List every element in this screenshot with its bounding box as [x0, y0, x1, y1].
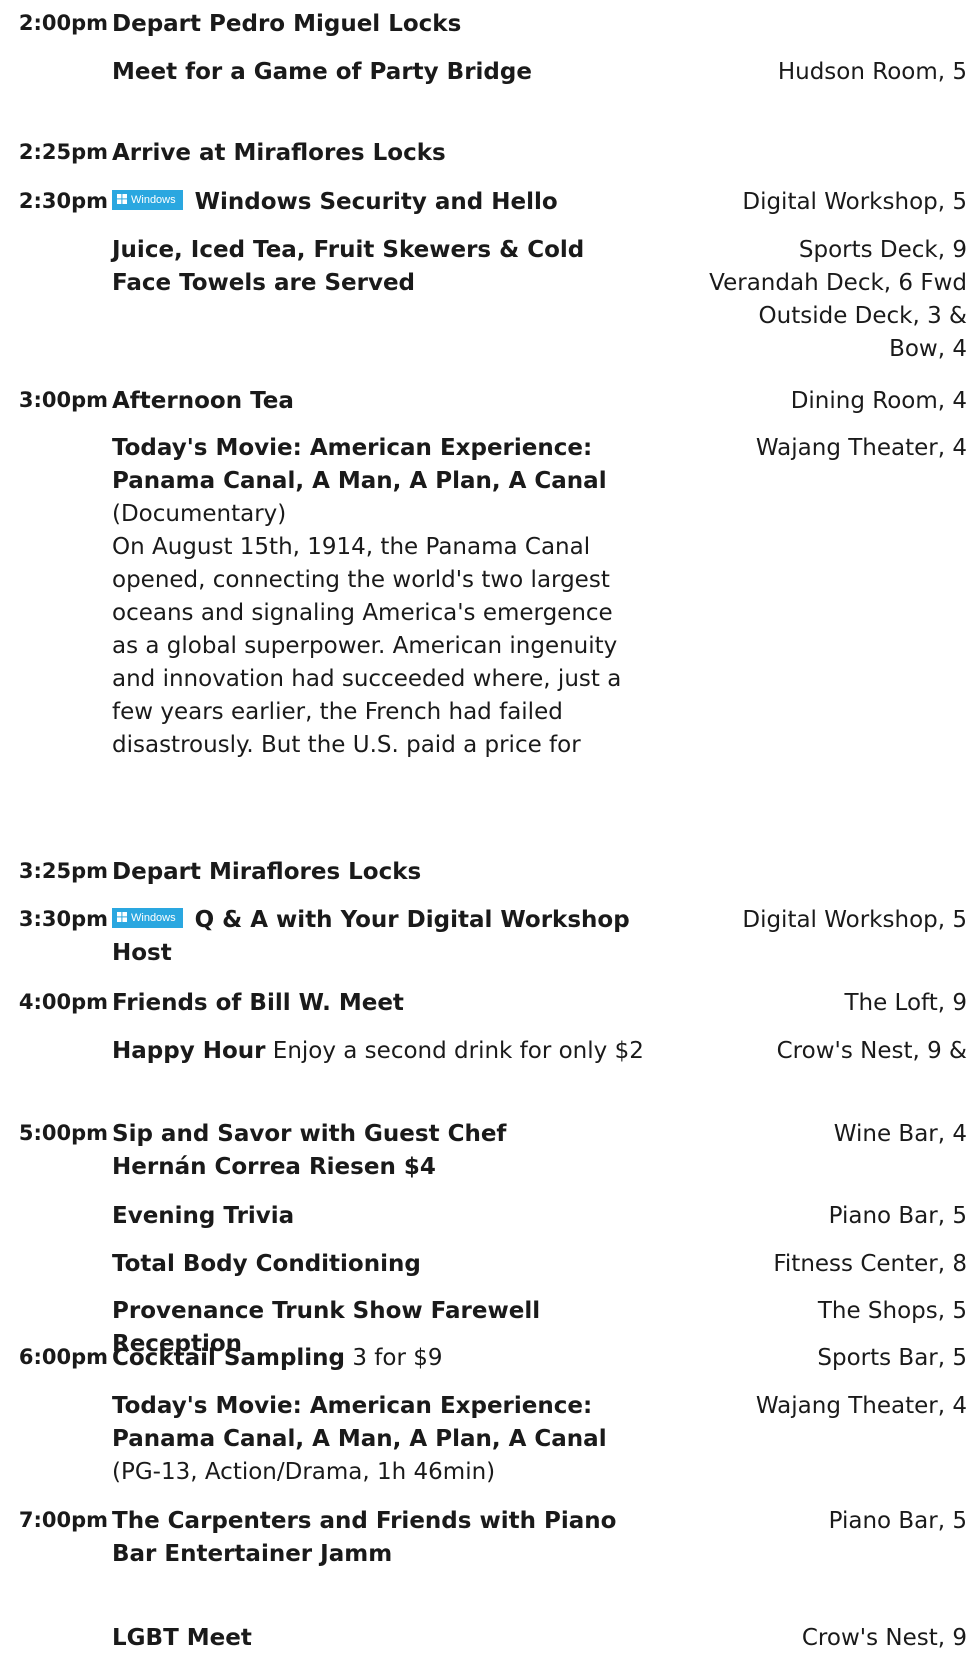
- entry-title: Today's Movie: American Experience: Pana…: [112, 435, 607, 494]
- entry-title: LGBT Meet: [112, 1625, 252, 1651]
- entry-location: Sports Bar, 5: [817, 1345, 967, 1371]
- entry-location: Digital Workshop, 5: [742, 189, 967, 215]
- entry-event: Windows Q & A with Your Digital Workshop …: [112, 904, 652, 970]
- location-line: Bow, 4: [889, 336, 967, 362]
- entry-event: Today's Movie: American Experience: Pana…: [112, 1390, 637, 1489]
- entry-location: Crow's Nest, 9 &: [776, 1038, 967, 1064]
- entry-event: Friends of Bill W. Meet: [112, 987, 652, 1020]
- entry-event: Afternoon Tea: [112, 385, 652, 418]
- entry-location: Digital Workshop, 5: [742, 907, 967, 933]
- entry-location: Fitness Center, 8: [773, 1251, 967, 1277]
- entry-event: Total Body Conditioning: [112, 1248, 652, 1281]
- entry-event: Evening Trivia: [112, 1200, 652, 1233]
- schedule-page: 2:00pm Depart Pedro Miguel Locks Meet fo…: [0, 0, 975, 1667]
- entry-location: Wine Bar, 4: [833, 1121, 967, 1147]
- entry-time: 7:00pm: [18, 1508, 108, 1532]
- entry-title: Cocktail Sampling: [112, 1345, 346, 1371]
- entry-title: Depart Pedro Miguel Locks: [112, 11, 462, 37]
- entry-subtitle: (PG-13, Action/Drama, 1h 46min): [112, 1459, 496, 1485]
- windows-logo-icon: [117, 911, 127, 922]
- location-line: Verandah Deck, 6 Fwd: [709, 270, 967, 296]
- entry-title: Depart Miraflores Locks: [112, 859, 422, 885]
- entry-location: Sports Deck, 9 Verandah Deck, 6 Fwd Outs…: [637, 234, 967, 366]
- entry-title: Evening Trivia: [112, 1203, 295, 1229]
- windows-badge-label: Windows: [131, 193, 176, 206]
- entry-time: 2:25pm: [18, 140, 108, 164]
- windows-badge-label: Windows: [131, 911, 176, 924]
- entry-note: 3 for $9: [352, 1345, 443, 1371]
- entry-time: 2:30pm: [18, 189, 108, 213]
- entry-event: Windows Windows Security and Hello: [112, 186, 652, 219]
- entry-event: Arrive at Miraflores Locks: [112, 137, 652, 170]
- entry-event: Sip and Savor with Guest Chef Hernán Cor…: [112, 1118, 592, 1184]
- entry-event: Meet for a Game of Party Bridge: [112, 56, 652, 89]
- entry-event: Cocktail Sampling 3 for $9: [112, 1342, 652, 1375]
- entry-description: On August 15th, 1914, the Panama Canal o…: [112, 534, 622, 758]
- location-line: Outside Deck, 3 &: [758, 303, 967, 329]
- entry-title: The Carpenters and Friends with Piano Ba…: [112, 1508, 617, 1567]
- entry-time: 2:00pm: [18, 11, 108, 35]
- windows-badge: Windows: [112, 189, 183, 210]
- entry-title: Today's Movie: American Experience: Pana…: [112, 1393, 607, 1452]
- windows-badge: Windows: [112, 907, 183, 928]
- entry-event: Depart Miraflores Locks: [112, 856, 652, 889]
- entry-title: Afternoon Tea: [112, 388, 294, 414]
- windows-logo-icon: [117, 193, 127, 204]
- entry-location: Dining Room, 4: [790, 388, 967, 414]
- entry-event: Happy Hour Enjoy a second drink for only…: [112, 1035, 652, 1068]
- entry-event: Today's Movie: American Experience: Pana…: [112, 432, 637, 762]
- entry-location: Wajang Theater, 4: [755, 1393, 967, 1419]
- entry-subtitle: (Documentary): [112, 501, 287, 527]
- entry-time: 3:25pm: [18, 859, 108, 883]
- entry-time: 5:00pm: [18, 1121, 108, 1145]
- entry-title: Windows Security and Hello: [194, 189, 558, 215]
- entry-event: The Carpenters and Friends with Piano Ba…: [112, 1505, 632, 1571]
- entry-location: Piano Bar, 5: [828, 1203, 967, 1229]
- entry-title: Meet for a Game of Party Bridge: [112, 59, 532, 85]
- location-line: Sports Deck, 9: [798, 237, 967, 263]
- entry-time: 3:00pm: [18, 388, 108, 412]
- entry-time: 3:30pm: [18, 907, 108, 931]
- entry-title: Q & A with Your Digital Workshop Host: [112, 907, 630, 966]
- entry-title: Sip and Savor with Guest Chef Hernán Cor…: [112, 1121, 507, 1180]
- entry-event: Juice, Iced Tea, Fruit Skewers & Cold Fa…: [112, 234, 632, 300]
- entry-event: LGBT Meet: [112, 1622, 652, 1655]
- entry-location: The Shops, 5: [817, 1298, 967, 1324]
- entry-time: 4:00pm: [18, 990, 108, 1014]
- entry-location: The Loft, 9: [844, 990, 967, 1016]
- entry-location: Piano Bar, 5: [828, 1508, 967, 1534]
- entry-location: Crow's Nest, 9: [801, 1625, 967, 1651]
- entry-title: Happy Hour: [112, 1038, 266, 1064]
- entry-note: Enjoy a second drink for only $2: [272, 1038, 644, 1064]
- entry-title: Total Body Conditioning: [112, 1251, 421, 1277]
- entry-location: Hudson Room, 5: [777, 59, 967, 85]
- entry-title: Juice, Iced Tea, Fruit Skewers & Cold Fa…: [112, 237, 585, 296]
- entry-location: Wajang Theater, 4: [755, 435, 967, 461]
- entry-title: Arrive at Miraflores Locks: [112, 140, 446, 166]
- entry-title: Friends of Bill W. Meet: [112, 990, 404, 1016]
- entry-time: 6:00pm: [18, 1345, 108, 1369]
- entry-event: Depart Pedro Miguel Locks: [112, 8, 652, 41]
